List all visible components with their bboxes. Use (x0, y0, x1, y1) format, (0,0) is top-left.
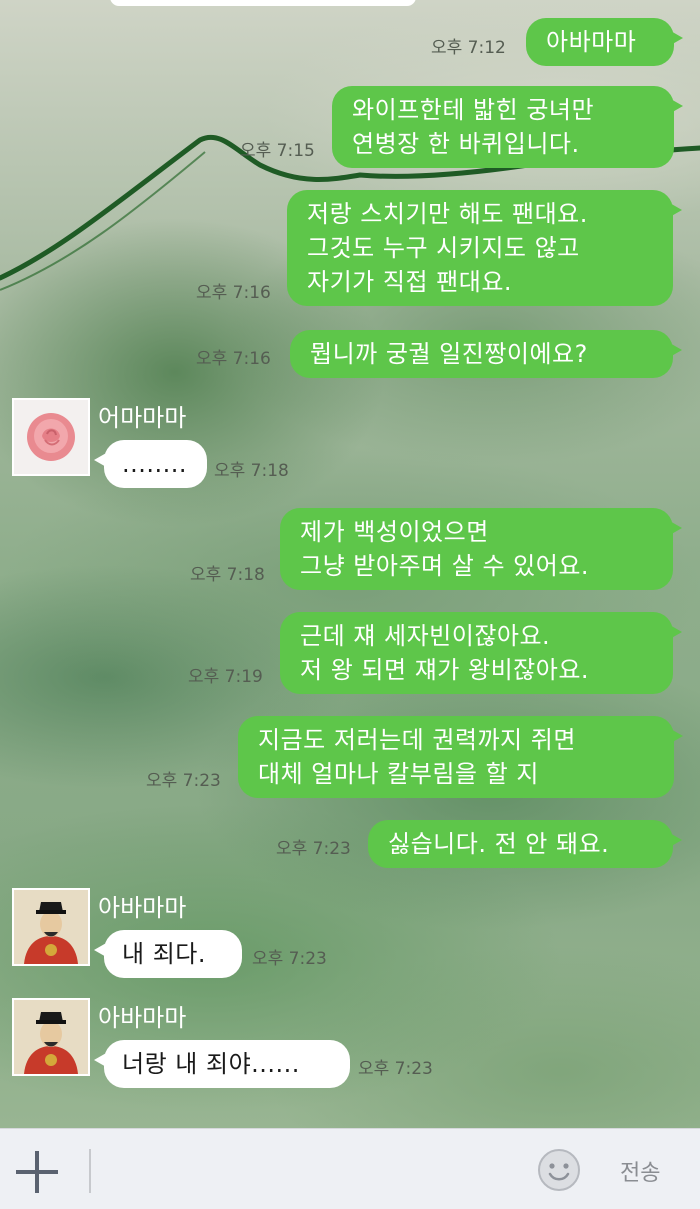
previous-message-edge (110, 0, 416, 6)
sent-message-bubble[interactable]: 근데 쟤 세자빈이잖아요. 저 왕 되면 쟤가 왕비잖아요. (280, 612, 682, 694)
sent-message-bubble[interactable]: 제가 백성이었으면 그냥 받아주며 살 수 있어요. (280, 508, 682, 590)
sent-message-bubble[interactable]: 와이프한테 밟힌 궁녀만 연병장 한 바퀴입니다. (332, 86, 683, 168)
sent-message-bubble[interactable]: 지금도 저러는데 권력까지 쥐면 대체 얼마나 칼부림을 할 지 (238, 716, 683, 798)
message-time: 오후 7:12 (431, 38, 506, 58)
sent-message-bubble[interactable]: 뭡니까 궁궐 일진짱이에요? (290, 330, 682, 378)
message-time: 오후 7:18 (190, 565, 265, 585)
message-time: 오후 7:15 (240, 141, 315, 161)
message-input-bar: 전송 (0, 1128, 700, 1209)
sender-name: 아바마마 (98, 894, 187, 922)
king-portrait-icon (14, 1000, 88, 1074)
message-time: 오후 7:16 (196, 349, 271, 369)
rose-icon (14, 400, 88, 474)
send-button[interactable]: 전송 (620, 1155, 660, 1187)
input-divider (89, 1149, 91, 1193)
message-time: 오후 7:23 (358, 1059, 433, 1079)
smiley-icon (538, 1149, 580, 1191)
sender-name: 어마마마 (98, 404, 187, 432)
message-time: 오후 7:23 (252, 949, 327, 969)
received-message-bubble[interactable]: ........ (94, 440, 207, 488)
rose-avatar[interactable] (12, 398, 90, 476)
king-portrait-icon (14, 890, 88, 964)
sent-message-bubble[interactable]: 싫습니다. 전 안 돼요. (368, 820, 682, 868)
emoji-button[interactable] (536, 1147, 582, 1193)
king-avatar[interactable] (12, 998, 90, 1076)
message-time: 오후 7:23 (276, 839, 351, 859)
message-time: 오후 7:16 (196, 283, 271, 303)
received-message-bubble[interactable]: 내 죄다. (94, 930, 242, 978)
plus-icon (16, 1151, 58, 1193)
add-attachment-button[interactable] (12, 1147, 62, 1197)
message-time: 오후 7:18 (214, 461, 289, 481)
message-input[interactable] (100, 1143, 524, 1199)
sent-message-bubble[interactable]: 아바마마 (526, 18, 683, 66)
king-avatar[interactable] (12, 888, 90, 966)
sender-name: 아바마마 (98, 1004, 187, 1032)
message-time: 오후 7:23 (146, 771, 221, 791)
received-message-bubble[interactable]: 너랑 내 죄야...... (94, 1040, 350, 1088)
chat-area[interactable]: 오후 7:12 아바마마 오후 7:15 와이프한테 밟힌 궁녀만 연병장 한 … (0, 0, 700, 1128)
message-time: 오후 7:19 (188, 667, 263, 687)
sent-message-bubble[interactable]: 저랑 스치기만 해도 팬대요. 그것도 누구 시키지도 않고 자기가 직접 팬대… (287, 190, 682, 306)
